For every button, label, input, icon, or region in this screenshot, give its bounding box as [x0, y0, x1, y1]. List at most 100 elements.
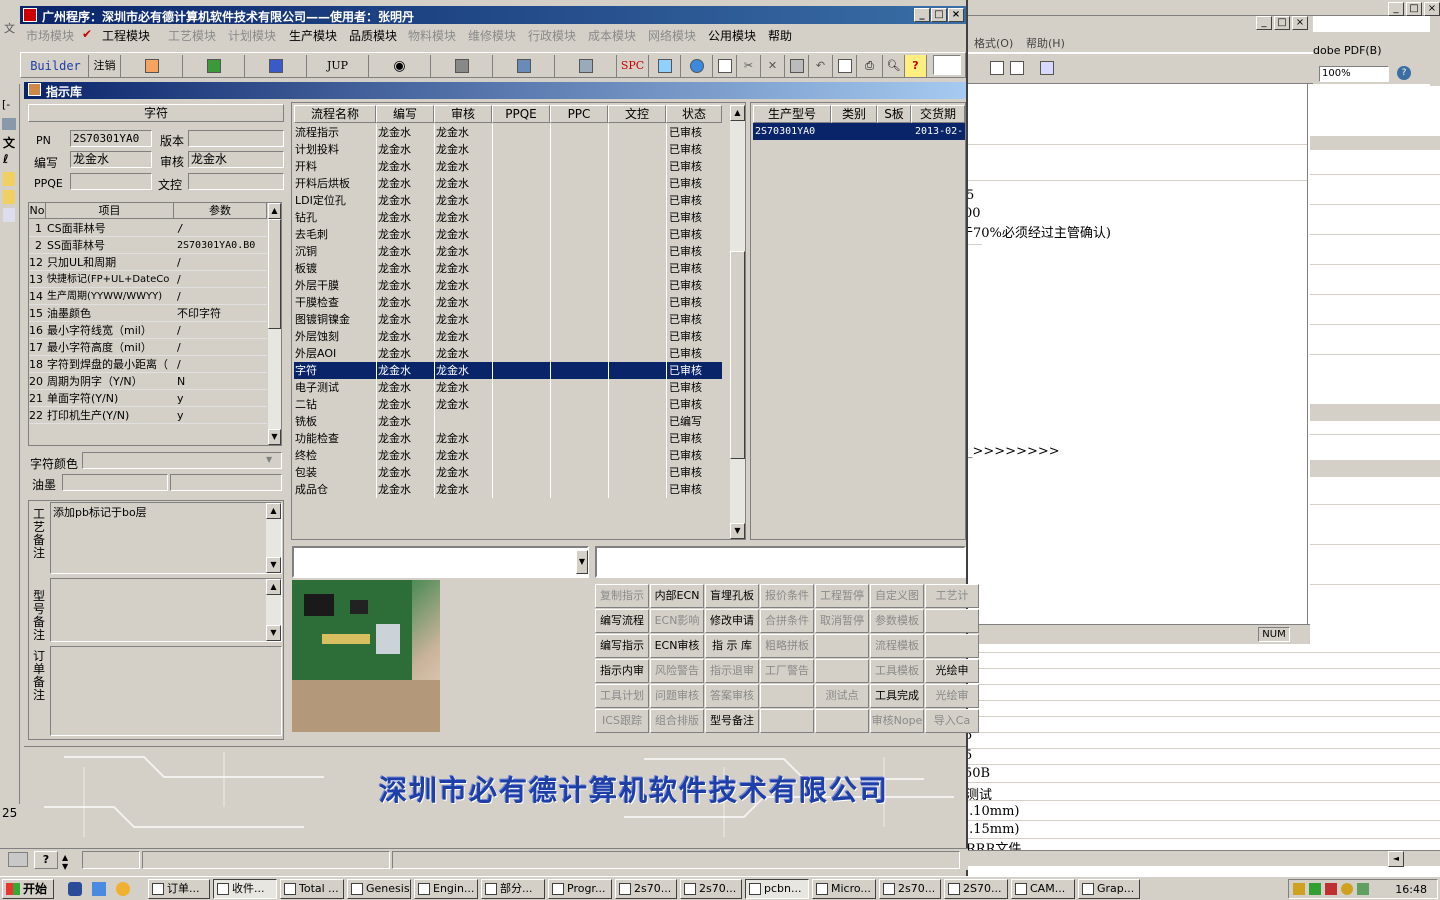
- taskbar-button[interactable]: Total ...: [280, 879, 344, 899]
- process-header-name[interactable]: 流程名称: [294, 105, 376, 123]
- help-icon[interactable]: ?: [34, 851, 58, 869]
- action-button[interactable]: 盲埋孔板: [705, 584, 759, 608]
- param-row[interactable]: 22 打印机生产(Y/N) y: [29, 407, 267, 424]
- bg-minimize-button[interactable]: _: [1388, 2, 1404, 16]
- param-row[interactable]: 16 最小字符线宽（mil） /: [29, 322, 267, 339]
- bg-doc-minimize-button[interactable]: _: [1256, 16, 1272, 30]
- menu-help[interactable]: 帮助: [768, 27, 792, 44]
- model-note-scrollbar[interactable]: ▲ ▼: [265, 579, 281, 641]
- process-scrollbar[interactable]: ▲ ▼: [729, 105, 745, 539]
- action-button[interactable]: 工厂警告: [760, 659, 814, 683]
- process-header-doc-control[interactable]: 文控: [608, 105, 666, 123]
- action-button[interactable]: 指 示 库: [705, 634, 759, 658]
- taskbar-button[interactable]: CAM...: [1011, 879, 1075, 899]
- taskbar-button[interactable]: Progr...: [548, 879, 612, 899]
- action-button[interactable]: 合拼条件: [760, 609, 814, 633]
- taskbar-button[interactable]: 2s70...: [615, 879, 677, 899]
- chevron-down-icon[interactable]: ▼: [576, 550, 588, 574]
- ink-field[interactable]: [62, 474, 168, 491]
- excel-button[interactable]: [183, 55, 245, 77]
- network-button[interactable]: [493, 55, 555, 77]
- param-row[interactable]: 18 字符到焊盘的最小距离（ /: [29, 356, 267, 373]
- bg-doc-maximize-button[interactable]: □: [1274, 16, 1290, 30]
- scroll-up-button[interactable]: ▲: [730, 105, 745, 121]
- process-row[interactable]: 铣板 龙金水 已编写: [294, 413, 722, 430]
- scroll-thumb[interactable]: [730, 251, 745, 459]
- quicklaunch-ie-icon[interactable]: [68, 882, 82, 896]
- model-header-s-board[interactable]: S板: [877, 105, 911, 123]
- menu-market[interactable]: 市场模块: [26, 27, 74, 44]
- action-button[interactable]: 问题审核: [650, 684, 704, 708]
- start-button[interactable]: 开始: [2, 879, 54, 899]
- param-scrollbar[interactable]: ▲ ▼: [267, 203, 281, 445]
- process-header-ppqe[interactable]: PPQE: [492, 105, 550, 123]
- word-button[interactable]: [245, 55, 307, 77]
- process-row[interactable]: 外层AOI 龙金水 龙金水 已审核: [294, 345, 722, 362]
- process-row[interactable]: 电子测试 龙金水 龙金水 已审核: [294, 379, 722, 396]
- taskbar-button[interactable]: 收件...: [213, 879, 277, 899]
- note-input[interactable]: [595, 546, 966, 578]
- scroll-down-button[interactable]: ▼: [266, 557, 281, 573]
- process-row[interactable]: 二钻 龙金水 龙金水 已审核: [294, 396, 722, 413]
- maximize-button[interactable]: □: [931, 8, 947, 22]
- process-row[interactable]: 去毛刺 龙金水 龙金水 已审核: [294, 226, 722, 243]
- menu-network[interactable]: 网络模块: [648, 27, 696, 44]
- print-button[interactable]: ⎙: [857, 55, 883, 77]
- action-button[interactable]: [925, 634, 979, 658]
- action-button[interactable]: 审核Nope: [870, 709, 924, 733]
- process-row[interactable]: 板镀 龙金水 龙金水 已审核: [294, 260, 722, 277]
- acrobat-help-icon[interactable]: ?: [1397, 66, 1411, 80]
- menu-repair[interactable]: 维修模块: [468, 27, 516, 44]
- action-button[interactable]: ICS跟踪: [595, 709, 649, 733]
- spc-button[interactable]: SPC: [617, 55, 649, 77]
- process-row[interactable]: 图镀铜镍金 龙金水 龙金水 已审核: [294, 311, 722, 328]
- param-header-value[interactable]: 参数: [174, 203, 267, 219]
- scroll-down-button[interactable]: ▼: [266, 625, 281, 641]
- process-row[interactable]: 包装 龙金水 龙金水 已审核: [294, 464, 722, 481]
- ink-field-2[interactable]: [170, 474, 282, 491]
- save-button[interactable]: [785, 55, 809, 77]
- taskbar-button[interactable]: pcbn...: [745, 879, 809, 899]
- action-button[interactable]: [815, 634, 869, 658]
- process-row[interactable]: 沉铜 龙金水 龙金水 已审核: [294, 243, 722, 260]
- action-button[interactable]: [815, 709, 869, 733]
- menu-common[interactable]: 公用模块: [708, 27, 756, 44]
- bg-scroll-left-button[interactable]: ◄: [1388, 851, 1404, 867]
- action-button[interactable]: 流程模板: [870, 634, 924, 658]
- paste-icon[interactable]: [990, 61, 1004, 75]
- taskbar-button[interactable]: Grap...: [1078, 879, 1140, 899]
- process-row[interactable]: 流程指示 龙金水 龙金水 已审核: [294, 124, 722, 141]
- scroll-down-button[interactable]: ▼: [268, 429, 281, 445]
- format-icon[interactable]: [1040, 61, 1054, 75]
- menu-craft[interactable]: 工艺模块: [168, 27, 216, 44]
- model-row[interactable]: 2S70301YA0 2013-02-: [753, 123, 965, 140]
- param-row[interactable]: 14 生产周期(YYWW/WWYY) /: [29, 288, 267, 305]
- bg-maximize-button[interactable]: □: [1406, 2, 1422, 16]
- action-button[interactable]: [815, 659, 869, 683]
- quicklaunch-media-icon[interactable]: [116, 882, 130, 896]
- version-field[interactable]: [188, 130, 284, 147]
- mdi-strip-icon[interactable]: [3, 208, 15, 222]
- taskbar-button[interactable]: 2S70...: [944, 879, 1008, 899]
- doc-control-field[interactable]: [188, 173, 284, 190]
- action-button[interactable]: 答案审核: [705, 684, 759, 708]
- action-button[interactable]: 粗略拼板: [760, 634, 814, 658]
- char-color-select[interactable]: [82, 452, 282, 469]
- ppqe-field[interactable]: [70, 173, 152, 190]
- action-button[interactable]: [760, 684, 814, 708]
- taskbar-button[interactable]: 2s70...: [680, 879, 742, 899]
- pn-field[interactable]: 2S70301YA0: [70, 130, 152, 147]
- param-row[interactable]: 20 周期为阴字（Y/N） N: [29, 373, 267, 390]
- menu-quality[interactable]: 品质模块: [349, 27, 397, 44]
- action-button[interactable]: 型号备注: [705, 709, 759, 733]
- scroll-up-button[interactable]: ▲: [266, 503, 281, 519]
- builder-button[interactable]: Builder: [23, 55, 89, 77]
- keyboard-icon[interactable]: [8, 852, 28, 867]
- menu-admin[interactable]: 行政模块: [528, 27, 576, 44]
- action-button[interactable]: 工艺计: [925, 584, 979, 608]
- globe-button[interactable]: [681, 55, 713, 77]
- bg-scrollbar[interactable]: [1430, 16, 1440, 86]
- scroll-up-button[interactable]: ▲: [268, 203, 281, 219]
- process-header-ppc[interactable]: PPC: [550, 105, 608, 123]
- action-button[interactable]: 导入Ca: [925, 709, 979, 733]
